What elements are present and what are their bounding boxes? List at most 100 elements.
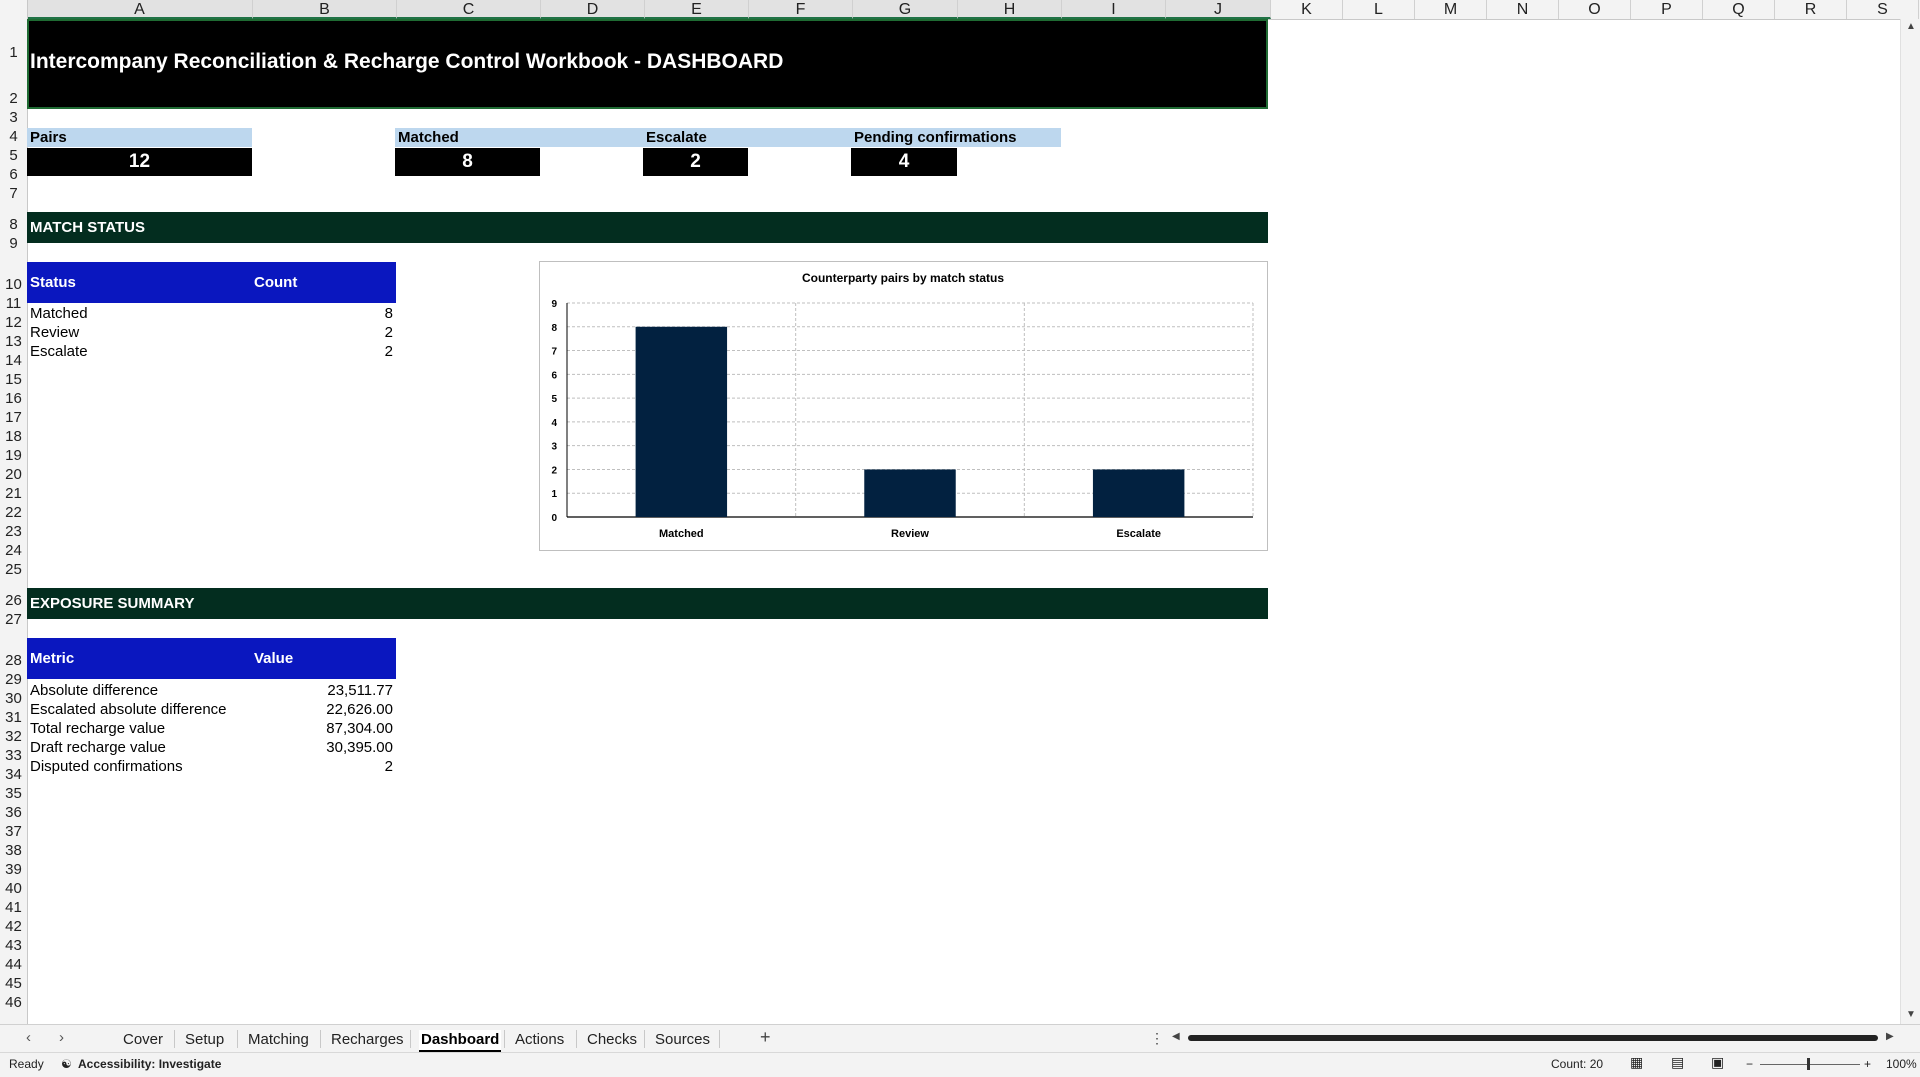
- more-options-icon[interactable]: ⋮: [1150, 1030, 1164, 1047]
- page-break-view-icon[interactable]: ▣: [1711, 1054, 1724, 1071]
- column-header[interactable]: F: [749, 0, 853, 19]
- row-header[interactable]: 1: [0, 19, 27, 62]
- kpi-pairs-value[interactable]: 12: [27, 148, 252, 176]
- column-header[interactable]: J: [1166, 0, 1271, 19]
- row-header[interactable]: 5: [0, 146, 27, 165]
- sheet-tab-matching[interactable]: Matching: [246, 1030, 311, 1050]
- metric-label[interactable]: Escalated absolute difference: [30, 700, 227, 719]
- row-header[interactable]: 29: [0, 670, 27, 689]
- add-sheet-icon[interactable]: +: [760, 1027, 771, 1048]
- page-layout-view-icon[interactable]: ▤: [1671, 1054, 1684, 1071]
- row-header[interactable]: 36: [0, 803, 27, 822]
- sheet-tab-sources[interactable]: Sources: [653, 1030, 712, 1050]
- zoom-level[interactable]: 100%: [1886, 1057, 1917, 1071]
- row-header[interactable]: 30: [0, 689, 27, 708]
- row-header[interactable]: 22: [0, 503, 27, 522]
- row-header[interactable]: 39: [0, 860, 27, 879]
- metric-label[interactable]: Total recharge value: [30, 719, 165, 738]
- row-header[interactable]: 34: [0, 765, 27, 784]
- row-header[interactable]: 15: [0, 370, 27, 389]
- status-row-count[interactable]: 2: [300, 342, 393, 361]
- zoom-slider[interactable]: [1760, 1064, 1860, 1065]
- row-header[interactable]: 38: [0, 841, 27, 860]
- sheet-tab-checks[interactable]: Checks: [585, 1030, 639, 1050]
- metric-value[interactable]: 30,395.00: [280, 738, 393, 757]
- horizontal-scrollbar-thumb[interactable]: [1188, 1035, 1878, 1041]
- accessibility-icon[interactable]: ☯: [61, 1057, 72, 1071]
- row-header[interactable]: 20: [0, 465, 27, 484]
- row-header[interactable]: 24: [0, 541, 27, 560]
- scroll-down-icon[interactable]: ▼: [1906, 1009, 1916, 1020]
- column-header[interactable]: O: [1559, 0, 1631, 19]
- row-header[interactable]: 35: [0, 784, 27, 803]
- column-header[interactable]: E: [645, 0, 749, 19]
- row-header[interactable]: 45: [0, 974, 27, 993]
- row-header[interactable]: 3: [0, 108, 27, 127]
- sheet-tab-cover[interactable]: Cover: [121, 1030, 165, 1050]
- column-header[interactable]: L: [1343, 0, 1415, 19]
- row-header[interactable]: 33: [0, 746, 27, 765]
- metric-value[interactable]: 23,511.77: [280, 681, 393, 700]
- scroll-up-icon[interactable]: ▲: [1906, 21, 1916, 32]
- row-header[interactable]: 19: [0, 446, 27, 465]
- row-header[interactable]: 42: [0, 917, 27, 936]
- column-header[interactable]: Q: [1703, 0, 1775, 19]
- sheet-tab-recharges[interactable]: Recharges: [329, 1030, 406, 1050]
- next-sheet-icon[interactable]: ›: [59, 1029, 64, 1046]
- row-header[interactable]: 16: [0, 389, 27, 408]
- row-header[interactable]: 10: [0, 253, 27, 294]
- column-header[interactable]: D: [541, 0, 645, 19]
- status-row-label[interactable]: Review: [30, 323, 79, 342]
- row-header[interactable]: 12: [0, 313, 27, 332]
- row-header[interactable]: 2: [0, 62, 27, 108]
- sheet-tab-dashboard[interactable]: Dashboard: [419, 1030, 502, 1052]
- row-header[interactable]: 32: [0, 727, 27, 746]
- row-header[interactable]: 26: [0, 579, 27, 610]
- metric-value[interactable]: 87,304.00: [280, 719, 393, 738]
- row-header[interactable]: 41: [0, 898, 27, 917]
- kpi-pending-value[interactable]: 4: [851, 148, 957, 176]
- normal-view-icon[interactable]: ▦: [1630, 1054, 1643, 1071]
- scroll-right-icon[interactable]: ▶: [1886, 1031, 1894, 1042]
- row-header[interactable]: 7: [0, 184, 27, 203]
- zoom-out-icon[interactable]: −: [1746, 1057, 1753, 1071]
- metric-label[interactable]: Absolute difference: [30, 681, 158, 700]
- status-row-label[interactable]: Escalate: [30, 342, 88, 361]
- kpi-matched-value[interactable]: 8: [395, 148, 540, 176]
- row-header[interactable]: 8: [0, 203, 27, 234]
- prev-sheet-icon[interactable]: ‹: [26, 1029, 31, 1046]
- row-header[interactable]: 17: [0, 408, 27, 427]
- select-all-corner[interactable]: [0, 0, 28, 19]
- row-header[interactable]: 43: [0, 936, 27, 955]
- column-header[interactable]: N: [1487, 0, 1559, 19]
- metric-value[interactable]: 2: [280, 757, 393, 776]
- row-header[interactable]: 27: [0, 610, 27, 629]
- chart-bar-escalate[interactable]: [1092, 469, 1185, 517]
- column-header[interactable]: P: [1631, 0, 1703, 19]
- row-header[interactable]: 46: [0, 993, 27, 1012]
- chart-bar-matched[interactable]: [635, 326, 728, 517]
- row-header[interactable]: 23: [0, 522, 27, 541]
- row-header[interactable]: 37: [0, 822, 27, 841]
- status-row-count[interactable]: 2: [300, 323, 393, 342]
- chart-bar-review[interactable]: [864, 469, 956, 517]
- column-header[interactable]: S: [1847, 0, 1919, 19]
- kpi-escalate-value[interactable]: 2: [643, 148, 748, 176]
- column-header[interactable]: R: [1775, 0, 1847, 19]
- sheet-tab-setup[interactable]: Setup: [183, 1030, 226, 1050]
- column-header[interactable]: C: [397, 0, 541, 19]
- column-header[interactable]: K: [1271, 0, 1343, 19]
- match-status-chart[interactable]: Counterparty pairs by match status 0 1 2 3 4…: [539, 261, 1268, 551]
- row-header[interactable]: 25: [0, 560, 27, 579]
- row-header[interactable]: 21: [0, 484, 27, 503]
- row-header[interactable]: 18: [0, 427, 27, 446]
- column-header[interactable]: I: [1062, 0, 1166, 19]
- metric-label[interactable]: Draft recharge value: [30, 738, 166, 757]
- row-header[interactable]: 6: [0, 165, 27, 184]
- status-row-label[interactable]: Matched: [30, 304, 88, 323]
- status-row-count[interactable]: 8: [300, 304, 393, 323]
- column-header[interactable]: G: [853, 0, 958, 19]
- accessibility-status[interactable]: Accessibility: Investigate: [78, 1057, 221, 1071]
- column-header[interactable]: A: [27, 0, 253, 19]
- row-header[interactable]: 40: [0, 879, 27, 898]
